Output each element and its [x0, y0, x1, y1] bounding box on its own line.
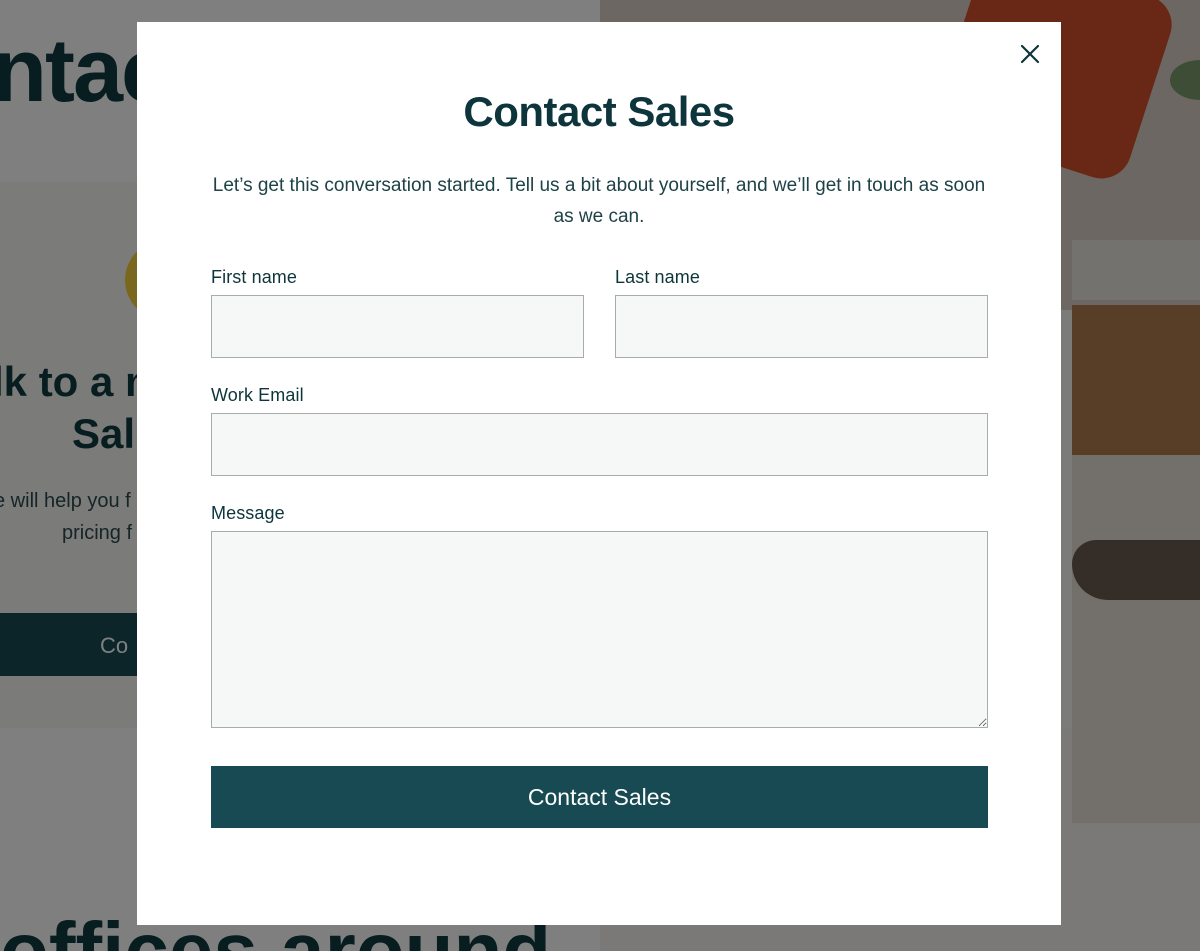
first-name-label: First name — [211, 267, 298, 287]
first-name-field[interactable] — [211, 295, 584, 358]
message-textarea[interactable] — [211, 531, 988, 728]
message-label: Message — [211, 503, 285, 523]
work-email-field[interactable] — [211, 413, 988, 476]
contact-sales-modal: Contact Sales Let’s get this conversatio… — [137, 22, 1061, 925]
contact-sales-submit-button[interactable]: Contact Sales — [211, 766, 988, 828]
work-email-label: Work Email — [211, 385, 304, 405]
modal-intro-text: Let’s get this conversation started. Tel… — [212, 175, 986, 227]
close-button[interactable] — [1015, 39, 1045, 69]
last-name-field[interactable] — [615, 295, 988, 358]
last-name-label: Last name — [615, 267, 700, 287]
close-icon — [1020, 44, 1040, 64]
modal-title: Contact Sales — [463, 88, 735, 135]
